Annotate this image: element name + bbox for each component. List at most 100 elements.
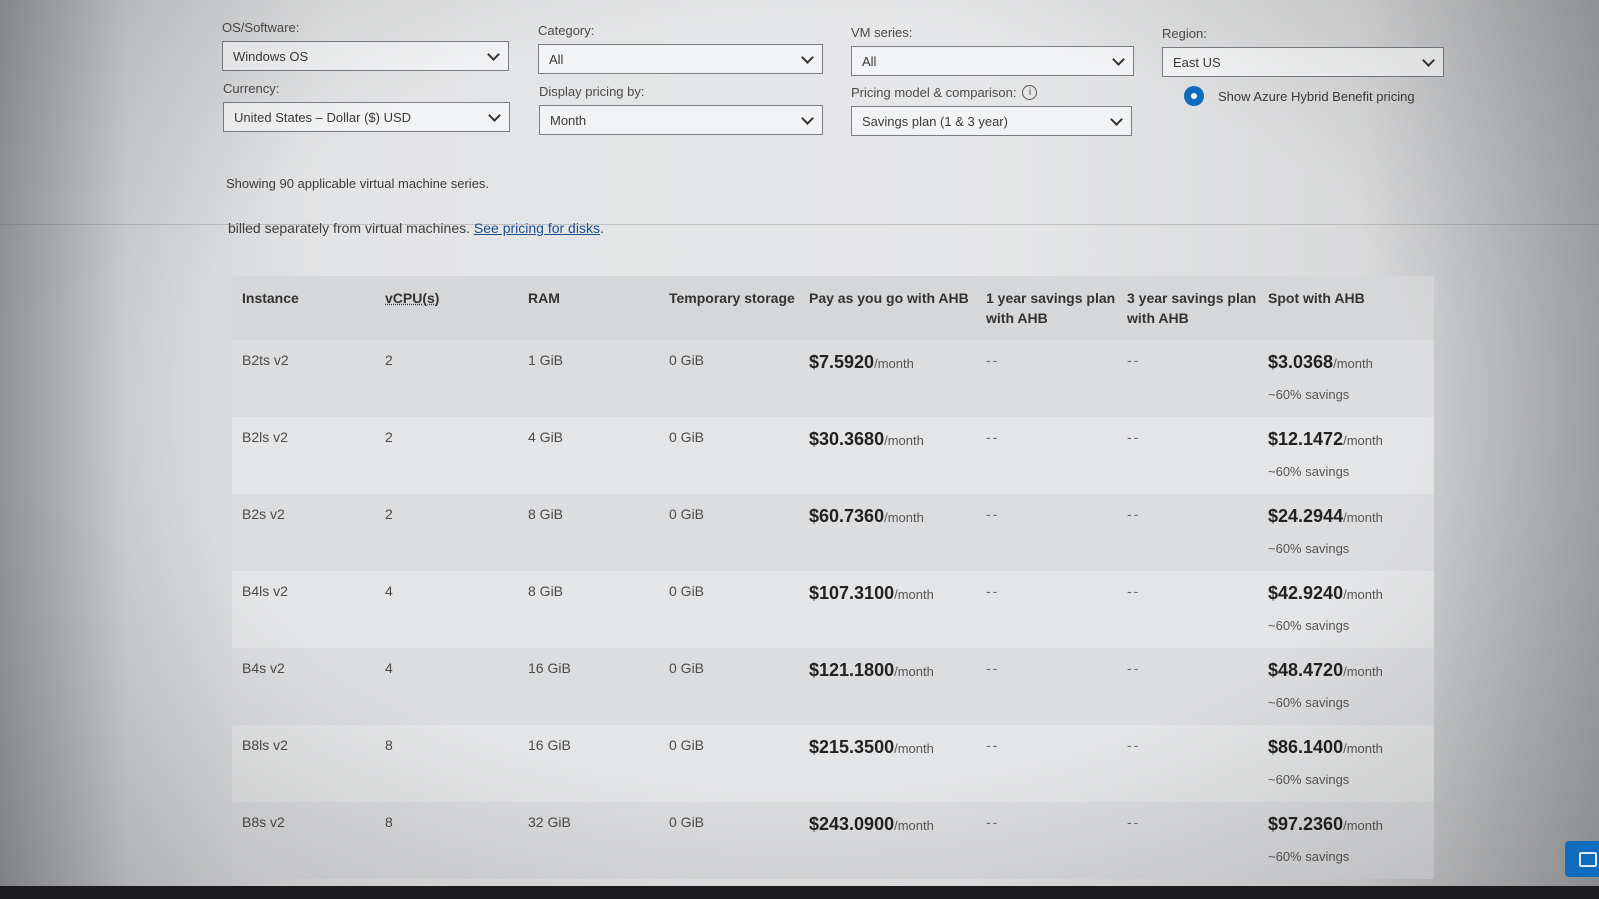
chat-button[interactable] [1565, 841, 1599, 877]
per-month: /month [1343, 741, 1383, 756]
spot-price: $24.2944 [1268, 506, 1344, 526]
spot-savings: ~60% savings [1268, 849, 1350, 864]
payg-price: $30.3680 [809, 429, 885, 449]
chevron-down-icon [1110, 112, 1123, 126]
display-pricing-label: Display pricing by: [539, 84, 645, 99]
notice-text: billed separately from virtual machines. [228, 220, 474, 236]
currency-select[interactable]: United States – Dollar ($) USD [223, 102, 510, 132]
per-month: /month [894, 818, 934, 833]
results-count: Showing 90 applicable virtual machine se… [226, 176, 490, 191]
region-label: Region: [1162, 26, 1207, 41]
pricing-model-select[interactable]: Savings plan (1 & 3 year) [851, 106, 1132, 136]
payg-price: $243.0900 [809, 814, 895, 834]
info-icon[interactable]: i [1022, 85, 1038, 100]
per-month: /month [894, 664, 934, 679]
cell-3yr-value: -- [1127, 429, 1141, 445]
cell-payg: $7.5920/month [799, 340, 976, 417]
cell-1yr: -- [976, 648, 1117, 725]
cell-3yr-value: -- [1127, 583, 1141, 599]
cell-1yr-value: -- [986, 660, 1000, 676]
region-filter: Region: East US [1162, 26, 1444, 77]
cell-ram: 8 GiB [528, 506, 564, 522]
cell-ram: 1 GiB [528, 352, 564, 368]
spot-savings: ~60% savings [1268, 772, 1350, 787]
pricing-model-label-row: Pricing model & comparison: i [851, 85, 1132, 100]
cell-3yr: -- [1117, 494, 1258, 571]
chevron-down-icon [487, 47, 500, 61]
category-label: Category: [538, 23, 595, 38]
cell-payg: $121.1800/month [799, 648, 976, 725]
per-month: /month [894, 587, 934, 602]
cell-payg: $243.0900/month [799, 802, 976, 879]
display-pricing-value: Month [550, 112, 587, 128]
per-month: /month [1343, 510, 1383, 525]
chevron-down-icon [801, 111, 814, 125]
spot-price: $97.2360 [1268, 814, 1344, 834]
chevron-down-icon [1112, 52, 1125, 66]
cell-1yr: -- [976, 725, 1117, 802]
cell-3yr: -- [1117, 648, 1258, 725]
cell-instance: B2ls v2 [242, 429, 288, 445]
spot-price: $42.9240 [1268, 583, 1344, 603]
cell-3yr-value: -- [1127, 660, 1141, 676]
cell-instance: B8ls v2 [242, 737, 288, 753]
pricing-model-filter: Pricing model & comparison: i Savings pl… [851, 85, 1132, 136]
cell-3yr: -- [1117, 802, 1258, 879]
header-payg: Pay as you go with AHB [809, 290, 969, 306]
category-select[interactable]: All [538, 44, 823, 74]
ahb-radio-icon[interactable] [1184, 86, 1204, 106]
payg-price: $215.3500 [809, 737, 895, 757]
cell-3yr: -- [1117, 571, 1258, 648]
cell-3yr: -- [1117, 340, 1258, 417]
currency-filter: Currency: United States – Dollar ($) USD [223, 81, 510, 132]
cell-ram: 4 GiB [528, 429, 564, 445]
cell-payg: $30.3680/month [799, 417, 976, 494]
spot-savings: ~60% savings [1268, 387, 1350, 402]
cell-temp-storage: 0 GiB [669, 660, 705, 676]
region-select[interactable]: East US [1162, 47, 1444, 77]
cell-spot: $42.9240/month ~60% savings [1258, 571, 1434, 648]
header-vcpu[interactable]: vCPU(s) [375, 276, 518, 340]
spot-savings: ~60% savings [1268, 541, 1350, 556]
per-month: /month [884, 510, 924, 525]
pricing-model-label: Pricing model & comparison: [851, 85, 1017, 100]
spot-price: $86.1400 [1268, 737, 1344, 757]
display-pricing-select[interactable]: Month [539, 105, 823, 135]
chevron-down-icon [488, 108, 501, 122]
ahb-toggle[interactable]: Show Azure Hybrid Benefit pricing [1184, 86, 1415, 106]
cell-1yr-value: -- [986, 737, 1000, 753]
per-month: /month [1343, 587, 1383, 602]
per-month: /month [1343, 664, 1383, 679]
table-row: B2ts v2 2 1 GiB 0 GiB $7.5920/month -- -- $3.03… [232, 340, 1434, 417]
cell-3yr: -- [1117, 417, 1258, 494]
cell-instance: B4ls v2 [242, 583, 288, 599]
disk-pricing-link[interactable]: See pricing for disks [474, 220, 600, 236]
cell-vcpu: 2 [385, 429, 393, 445]
payg-price: $7.5920 [809, 352, 875, 372]
vm-series-select[interactable]: All [851, 46, 1134, 76]
cell-spot: $48.4720/month ~60% savings [1258, 648, 1434, 725]
table-row: B8s v2 8 32 GiB 0 GiB $243.0900/month -- -- $97… [232, 802, 1434, 879]
header-temp-storage: Temporary storage [669, 290, 795, 306]
cell-vcpu: 4 [385, 660, 393, 676]
payg-price: $121.1800 [809, 660, 895, 680]
os-select[interactable]: Windows OS [222, 41, 509, 71]
spot-price: $48.4720 [1268, 660, 1344, 680]
cell-payg: $60.7360/month [799, 494, 976, 571]
cell-vcpu: 4 [385, 583, 393, 599]
cell-3yr-value: -- [1127, 352, 1141, 368]
display-pricing-filter: Display pricing by: Month [539, 84, 823, 135]
cell-temp-storage: 0 GiB [669, 814, 705, 830]
currency-label: Currency: [223, 81, 280, 96]
per-month: /month [884, 433, 924, 448]
cell-temp-storage: 0 GiB [669, 429, 705, 445]
region-value: East US [1173, 54, 1221, 70]
cell-instance: B4s v2 [242, 660, 285, 676]
cell-spot: $86.1400/month ~60% savings [1258, 725, 1434, 802]
header-spot: Spot with AHB [1268, 290, 1365, 306]
pricing-table: Instance vCPU(s) RAM Temporary storage P… [232, 276, 1434, 879]
chevron-down-icon [801, 50, 814, 64]
cell-ram: 16 GiB [528, 660, 571, 676]
os-filter: OS/Software: Windows OS [222, 20, 509, 71]
spot-price: $12.1472 [1268, 429, 1344, 449]
